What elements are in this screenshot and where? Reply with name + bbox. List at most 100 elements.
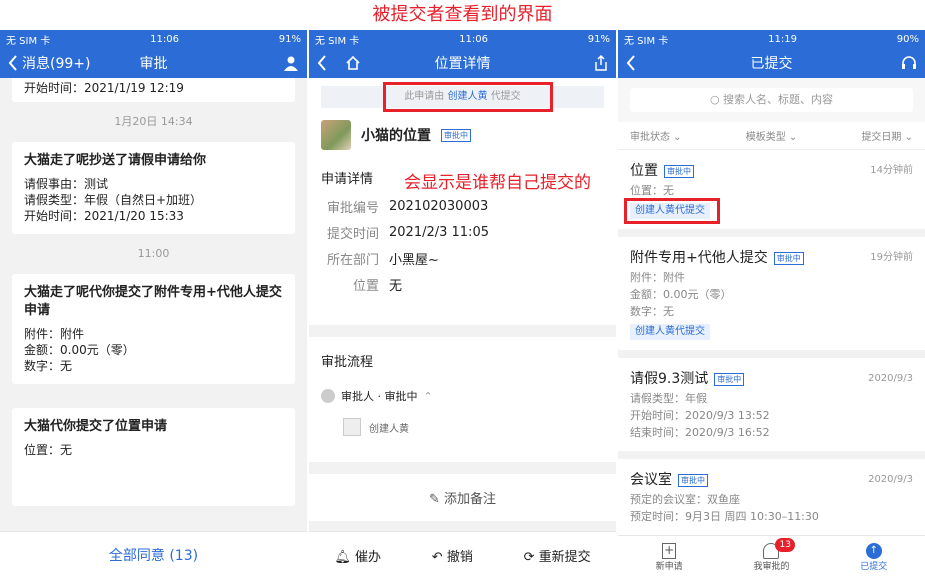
flow-title: 审批流程 xyxy=(321,355,374,370)
action-toolbar: 🔔︎ 催办 ↶ 撤销 ⟳ 重新提交 xyxy=(309,531,616,579)
revoke-label: 撤销 xyxy=(446,550,473,565)
card-line: 附件：附件 xyxy=(24,327,85,341)
item-time: 19分钟前 xyxy=(870,252,913,263)
list-item[interactable]: 会议室 审批中 2020/9/3 预定的会议室：双鱼座 预定时间：9月3日 周四 … xyxy=(618,459,925,535)
tab-submitted[interactable]: ↑ 已提交 xyxy=(834,536,914,579)
refresh-icon: ⟳ xyxy=(523,550,535,565)
clock: 11:06 xyxy=(150,33,179,45)
status-badge: 审批中 xyxy=(678,473,708,487)
clock: 11:06 xyxy=(459,33,488,45)
filter-template[interactable]: 模板类型 ⌄ xyxy=(746,128,798,143)
user-icon xyxy=(321,389,335,403)
home-icon[interactable] xyxy=(345,55,361,71)
row-value: 小黑屋~ xyxy=(389,252,439,268)
card-line: 金额：0.00元（零） xyxy=(24,343,135,357)
card-title: 大猫代你提交了位置申请 xyxy=(24,419,168,434)
urge-button[interactable]: 🔔︎ 催办 xyxy=(334,546,381,565)
page-title: 已提交 xyxy=(750,56,793,72)
approve-all-button[interactable]: 全部同意 (13) xyxy=(0,531,307,579)
nav-bar: 位置详情 xyxy=(309,48,616,78)
nav-bar: 消息(99+) 审批 xyxy=(0,48,307,78)
tab-new-request[interactable]: + 新申请 xyxy=(629,536,709,579)
detail-row: 提交时间 2021/2/3 11:05 xyxy=(309,219,616,245)
back-label: 消息(99+) xyxy=(22,56,91,72)
list-item[interactable]: 请假9.3测试 审批中 2020/9/3 请假类型：年假 开始时间：2020/9/… xyxy=(618,358,925,459)
battery: 91% xyxy=(278,33,301,45)
row-key: 位置 xyxy=(352,278,379,294)
divider xyxy=(309,325,616,337)
applicant-name: 小猫的位置 xyxy=(361,128,431,144)
divider xyxy=(309,462,616,474)
status-bar: 无 SIM 卡 11:06 91% xyxy=(0,30,307,48)
page-caption: 被提交者查看到的界面 xyxy=(0,0,925,30)
clock: 11:19 xyxy=(768,33,797,45)
search-input[interactable]: ○ 搜索人名、标题、内容 xyxy=(630,88,913,112)
list-item[interactable]: 附件专用+代他人提交 审批中 19分钟前 附件：附件 金额：0.00元（零） 数字… xyxy=(618,237,925,358)
battery: 91% xyxy=(587,33,610,45)
edit-icon: ✎ xyxy=(428,492,440,507)
row-value: 2021/2/3 11:05 xyxy=(389,224,489,240)
plus-doc-icon: + xyxy=(662,543,677,559)
item-line: 位置：无 xyxy=(630,184,674,197)
battery: 90% xyxy=(896,33,919,45)
detail-row: 所在部门 小黑屋~ xyxy=(309,245,616,271)
avatar xyxy=(321,120,351,150)
back-button[interactable]: 消息(99+) xyxy=(8,53,90,73)
resubmit-button[interactable]: ⟳ 重新提交 xyxy=(524,546,591,565)
item-line: 预定的会议室：双鱼座 xyxy=(630,493,740,506)
list-item[interactable]: 位置 审批中 14分钟前 位置：无 创建人黄代提交 xyxy=(618,150,925,237)
row-value: 202102030003 xyxy=(389,198,489,214)
resubmit-label: 重新提交 xyxy=(538,550,591,565)
card-line: 请假事由：测试 xyxy=(24,177,109,191)
start-time: 开始时间：2021/1/19 12:19 xyxy=(24,81,184,95)
contacts-icon[interactable] xyxy=(283,55,299,71)
detail-row: 审批编号 202102030003 xyxy=(309,193,616,219)
tab-bar: + 新申请 13 我审批的 ↑ 已提交 xyxy=(618,535,925,579)
filter-label: 审批状态 xyxy=(630,132,670,143)
status-badge: 审批中 xyxy=(714,372,745,386)
applicant-header: 小猫的位置 审批中 xyxy=(309,108,616,160)
status-badge: 审批中 xyxy=(664,164,694,178)
card-line: 开始时间：2021/1/20 15:33 xyxy=(24,209,184,223)
card-title: 大猫走了呢抄送了请假申请给你 xyxy=(24,153,207,168)
status-bar: 无 SIM 卡 11:06 91% xyxy=(309,30,616,48)
tab-my-approvals[interactable]: 13 我审批的 xyxy=(731,536,811,579)
add-note-label: 添加备注 xyxy=(444,492,497,507)
filter-date[interactable]: 提交日期 ⌄ xyxy=(861,128,913,143)
item-time: 2020/9/3 xyxy=(868,373,913,384)
back-icon[interactable] xyxy=(626,55,636,71)
status-badge: 审批中 xyxy=(773,251,804,265)
row-key: 所在部门 xyxy=(326,252,379,268)
row-key: 审批编号 xyxy=(326,200,379,216)
headset-icon[interactable] xyxy=(901,55,917,71)
filter-status[interactable]: 审批状态 ⌄ xyxy=(630,128,682,143)
nav-bar: 已提交 xyxy=(618,48,925,78)
card-line: 位置：无 xyxy=(24,443,73,457)
back-icon[interactable] xyxy=(317,55,327,71)
revoke-button[interactable]: ↶ 撤销 xyxy=(432,546,473,565)
filter-label: 提交日期 xyxy=(861,132,902,143)
list-item[interactable]: 开始时间：2021/1/19 12:19 xyxy=(12,78,295,102)
search-icon: ○ xyxy=(709,93,720,106)
search-placeholder: 搜索人名、标题、内容 xyxy=(723,93,834,106)
urge-label: 催办 xyxy=(355,550,382,565)
item-line: 预定时间：9月3日 周四 10:30–11:30 xyxy=(630,510,819,523)
add-note-button[interactable]: ✎ 添加备注 xyxy=(309,474,616,521)
item-title: 位置 xyxy=(630,163,658,179)
item-title: 会议室 xyxy=(630,472,672,488)
item-line: 请假类型：年假 xyxy=(630,392,707,405)
approver-label: 审批人 · 审批中 xyxy=(341,390,418,403)
share-icon[interactable] xyxy=(594,55,608,71)
tab-label: 我审批的 xyxy=(753,562,790,572)
carrier: 无 SIM 卡 xyxy=(315,35,360,47)
row-key: 提交时间 xyxy=(326,226,379,242)
message-card[interactable]: 大猫走了呢抄送了请假申请给你 请假事由：测试 请假类型：年假（自然日+加班） 开… xyxy=(12,142,295,234)
row-value: 无 xyxy=(389,278,403,294)
submitted-screen: 无 SIM 卡 11:19 90% 已提交 ○ 搜索人名、标题、内容 审批状态 … xyxy=(618,30,925,579)
detail-screen: 无 SIM 卡 11:06 91% 位置详情 此申请由 创建人黄 代提交 小猫的… xyxy=(309,30,616,579)
bell-icon: 🔔︎ xyxy=(334,550,351,565)
message-card[interactable]: 大猫走了呢代你提交了附件专用+代他人提交申请 附件：附件 金额：0.00元（零）… xyxy=(12,274,295,384)
undo-icon: ↶ xyxy=(431,550,443,565)
tab-label: 已提交 xyxy=(860,562,888,572)
message-card[interactable]: 大猫代你提交了位置申请 位置：无 xyxy=(12,408,295,506)
